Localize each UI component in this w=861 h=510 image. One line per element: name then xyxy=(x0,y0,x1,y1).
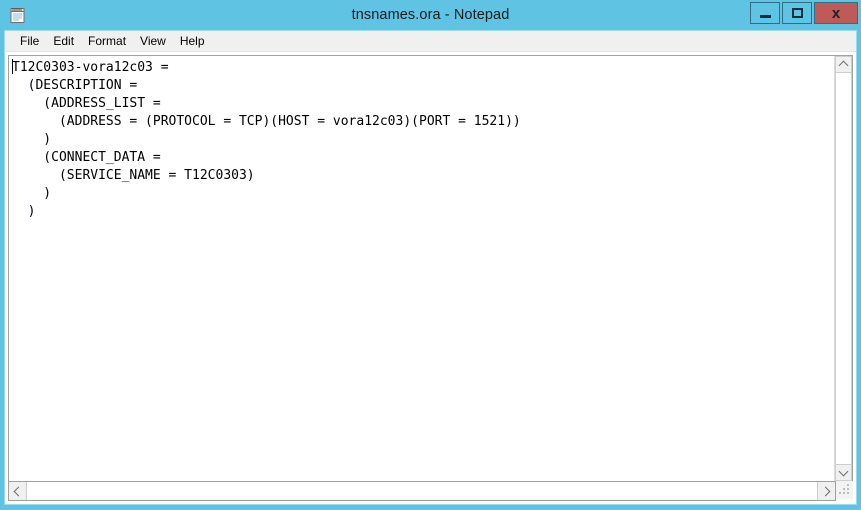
vertical-scrollbar[interactable] xyxy=(834,56,852,481)
close-button[interactable]: x xyxy=(814,2,858,24)
chevron-up-icon xyxy=(838,60,849,71)
maximize-icon xyxy=(791,8,803,18)
resize-grip-icon[interactable] xyxy=(836,481,853,499)
window-controls: x xyxy=(748,2,858,24)
editor-row: T12C0303-vora12c03 = (DESCRIPTION = (ADD… xyxy=(8,55,853,481)
chevron-right-icon xyxy=(820,486,831,496)
client-area: File Edit Format View Help T12C0303-vora… xyxy=(4,30,857,505)
menu-item-view[interactable]: View xyxy=(133,33,173,50)
text-editor[interactable]: T12C0303-vora12c03 = (DESCRIPTION = (ADD… xyxy=(9,56,834,481)
editor-region: T12C0303-vora12c03 = (DESCRIPTION = (ADD… xyxy=(5,52,856,504)
menu-item-edit[interactable]: Edit xyxy=(46,33,81,50)
chevron-down-icon xyxy=(838,466,849,477)
window-title: tnsnames.ora - Notepad xyxy=(351,7,510,23)
vertical-scroll-track[interactable] xyxy=(835,73,852,464)
menu-item-file[interactable]: File xyxy=(13,33,46,50)
scroll-right-button[interactable] xyxy=(817,482,835,500)
chevron-left-icon xyxy=(13,486,24,496)
scroll-up-button[interactable] xyxy=(835,56,852,73)
maximize-button[interactable] xyxy=(782,2,812,24)
scroll-down-button[interactable] xyxy=(835,464,852,481)
notepad-window: tnsnames.ora - Notepad x File Edit Forma… xyxy=(0,0,861,510)
title-bar[interactable]: tnsnames.ora - Notepad x xyxy=(0,0,861,30)
horizontal-scrollbar-row xyxy=(8,481,853,501)
minimize-icon xyxy=(759,14,771,18)
horizontal-scrollbar[interactable] xyxy=(8,481,836,501)
menu-bar: File Edit Format View Help xyxy=(5,31,856,52)
editor-text: T12C0303-vora12c03 = (DESCRIPTION = (ADD… xyxy=(12,60,521,219)
scroll-left-button[interactable] xyxy=(9,482,27,500)
menu-item-format[interactable]: Format xyxy=(81,33,133,50)
menu-item-help[interactable]: Help xyxy=(173,33,212,50)
minimize-button[interactable] xyxy=(750,2,780,24)
close-icon: x xyxy=(831,4,841,22)
horizontal-scroll-track[interactable] xyxy=(27,482,817,500)
notepad-icon xyxy=(8,5,28,25)
